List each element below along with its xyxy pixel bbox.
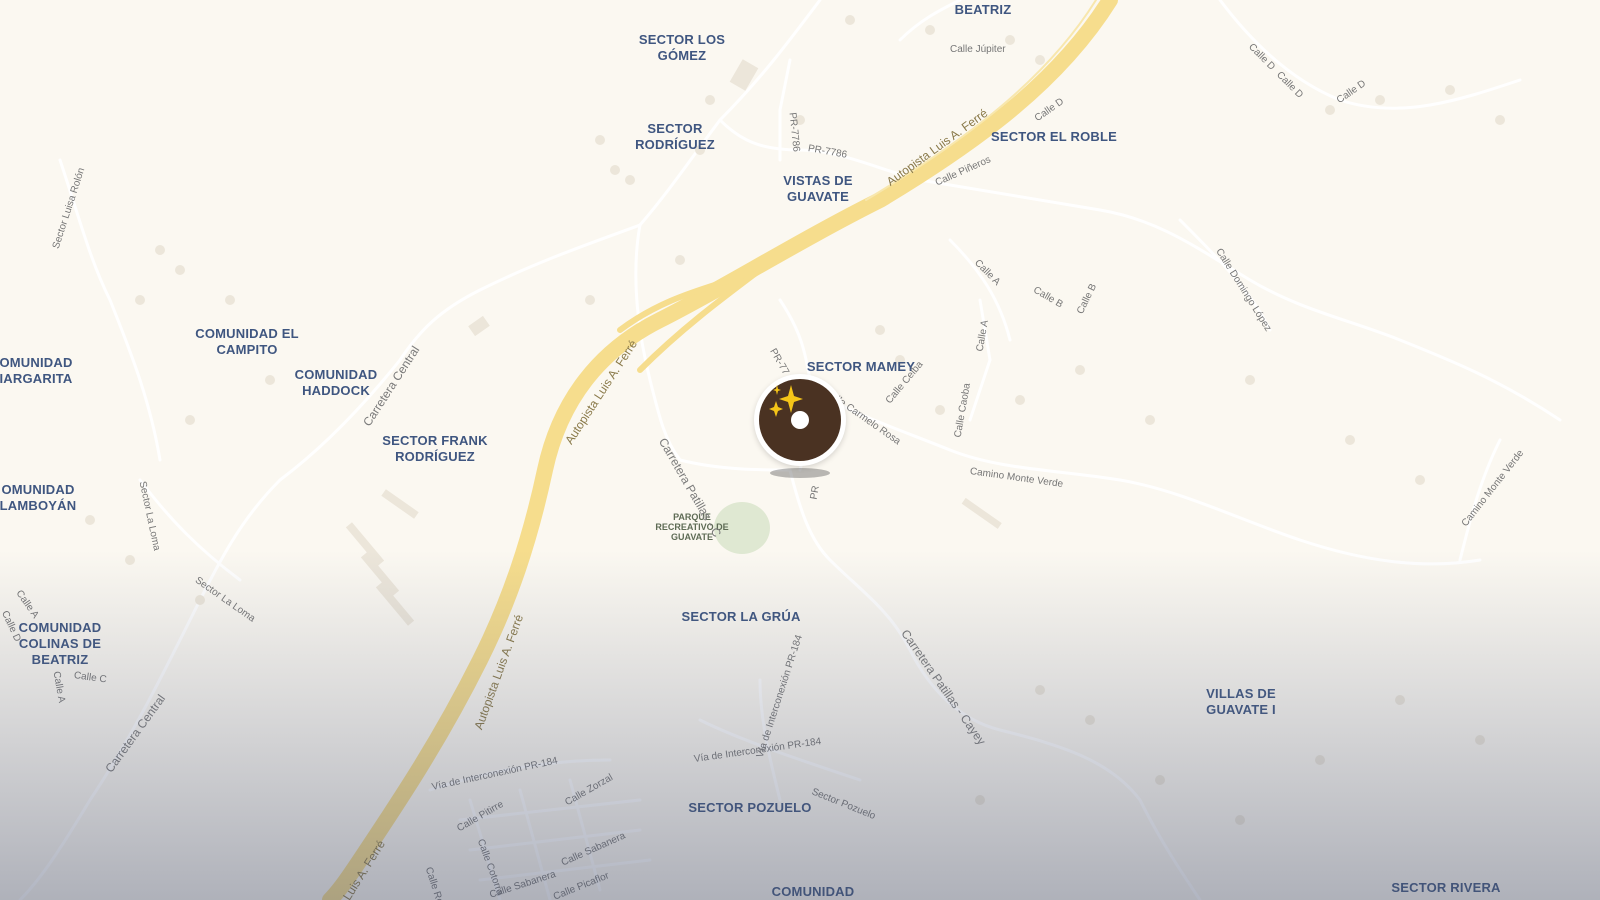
place-label-sector-la-grua: SECTOR LA GRÚA	[681, 609, 801, 624]
place-label-sector-rodriguez: SECTOR RODRÍGUEZ	[635, 121, 715, 152]
place-label-comunidad-lamboyan: OMUNIDAD LAMBOYÁN	[0, 482, 77, 513]
marker-center-dot	[791, 411, 809, 429]
place-label-comunidad-haddock: COMUNIDAD HADDOCK	[294, 367, 378, 398]
marker-body	[759, 379, 841, 461]
place-label-comunidad-margarita: OMUNIDAD IARGARITA	[0, 355, 73, 386]
place-label-sector-el-roble: SECTOR EL ROBLE	[990, 129, 1118, 144]
place-label-comunidad-colinas-de-beatriz: COMUNIDAD COLINAS DE BEATRIZ	[18, 620, 102, 667]
place-label-sector-pozuelo: SECTOR POZUELO	[688, 800, 812, 815]
place-label-sector-mamey: SECTOR MAMEY	[806, 359, 916, 374]
place-label-villas-de-guavate: VILLAS DE GUAVATE I	[1206, 686, 1276, 717]
place-label-beatriz: BEATRIZ	[954, 2, 1012, 17]
marker-shadow	[770, 468, 830, 478]
location-marker[interactable]	[754, 374, 846, 466]
place-label-vistas-de-guavate: VISTAS DE GUAVATE	[783, 173, 853, 204]
street-label: Calle Júpiter	[950, 44, 1006, 55]
place-label-sector-frank-rodriguez: SECTOR FRANK RODRÍGUEZ	[382, 433, 488, 464]
place-label-comunidad: COMUNIDAD	[771, 884, 855, 899]
map-canvas[interactable]: BEATRIZ SECTOR LOS GÓMEZ SECTOR RODRÍGUE…	[0, 0, 1600, 900]
place-label-sector-rivera: SECTOR RIVERA	[1391, 880, 1501, 895]
place-label-sector-los-gomez: SECTOR LOS GÓMEZ	[638, 32, 726, 63]
place-label-comunidad-el-campito: COMUNIDAD EL CAMPITO	[195, 326, 299, 357]
